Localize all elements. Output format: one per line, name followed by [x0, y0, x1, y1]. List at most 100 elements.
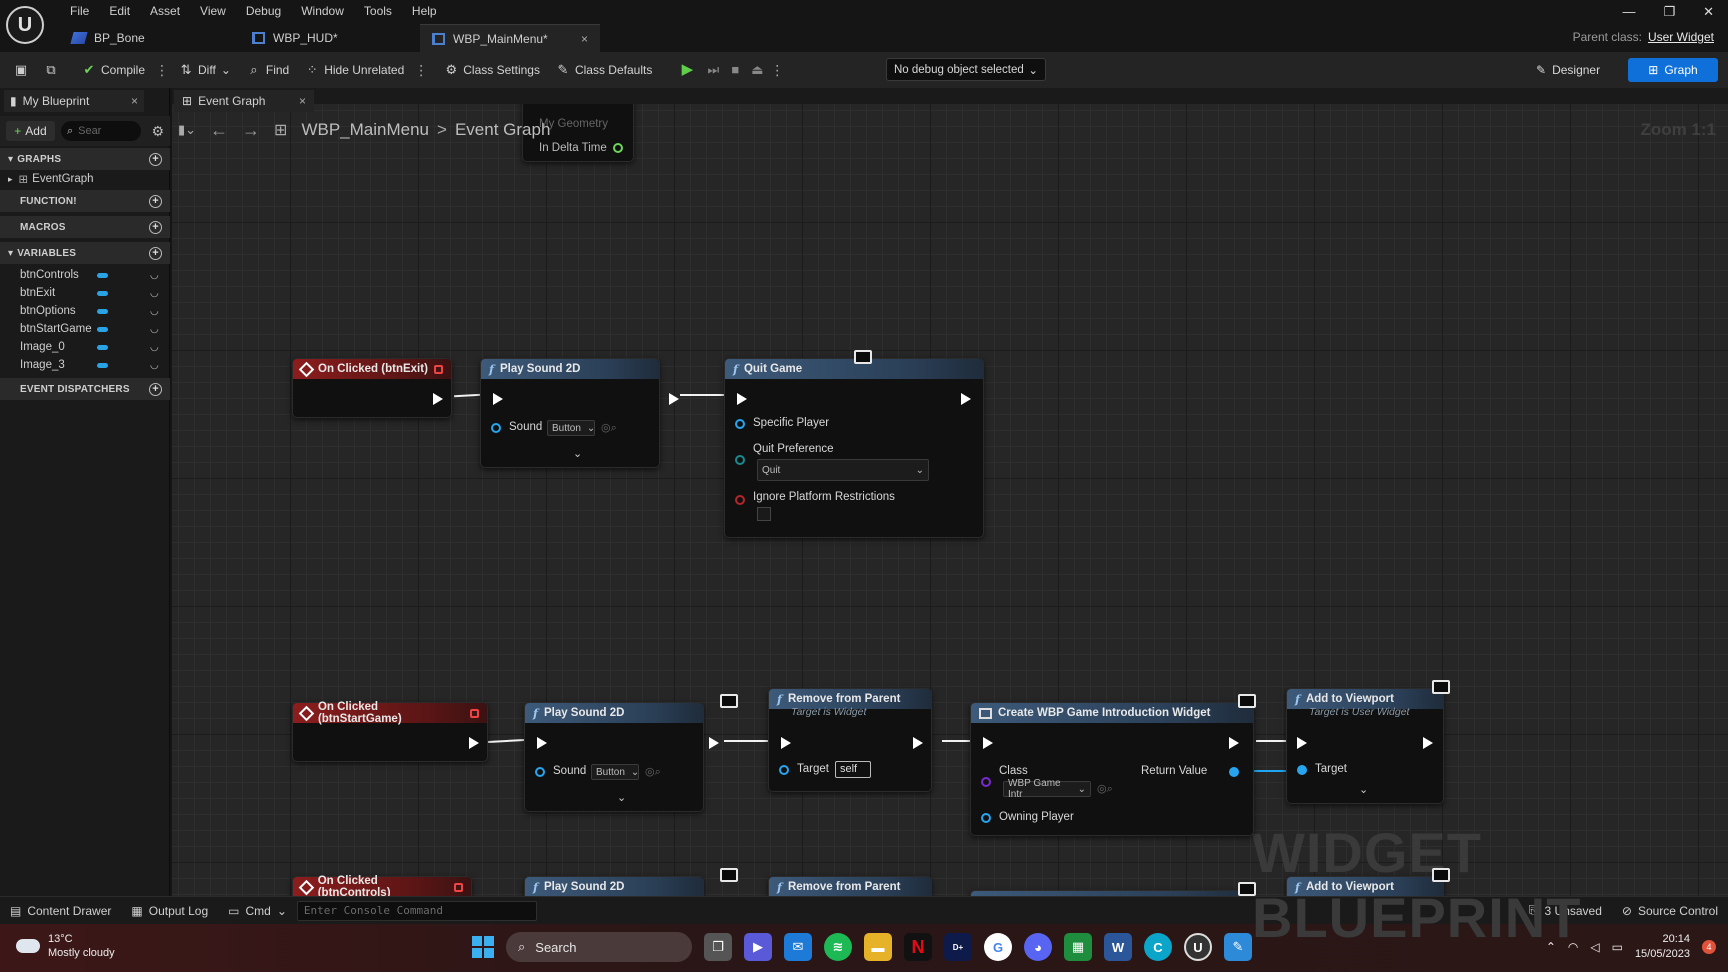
add-function-icon[interactable]: +: [149, 194, 162, 208]
expand-chevron-icon[interactable]: ⌄: [617, 791, 626, 804]
object-pin-icon[interactable]: [1297, 765, 1307, 775]
discord-icon[interactable]: ◕: [1024, 933, 1052, 961]
designer-mode-button[interactable]: ✎ Designer: [1526, 58, 1610, 82]
exec-in-pin-icon[interactable]: [781, 737, 791, 749]
enum-pin-icon[interactable]: [735, 455, 745, 465]
exec-in-pin-icon[interactable]: [493, 393, 503, 405]
forward-arrow-icon[interactable]: →: [242, 120, 260, 141]
stop-button[interactable]: ■: [724, 52, 746, 88]
add-to-viewport-node[interactable]: f Add to Viewport: [1286, 876, 1444, 896]
menu-help[interactable]: Help: [402, 3, 447, 19]
close-tab-icon[interactable]: ×: [131, 94, 138, 108]
section-macros[interactable]: MACROS +: [0, 216, 170, 238]
unreal-logo-icon[interactable]: U: [6, 6, 44, 44]
event-node-on-clicked-btnstartgame[interactable]: On Clicked (btnStartGame): [292, 701, 488, 762]
console-input[interactable]: Enter Console Command: [296, 900, 537, 921]
spotify-icon[interactable]: ≋: [824, 933, 852, 961]
exec-in-pin-icon[interactable]: [537, 737, 547, 749]
task-view-icon[interactable]: ❐: [704, 933, 732, 961]
variable-item[interactable]: Image_3 ◡: [0, 356, 170, 374]
float-pin-icon[interactable]: [613, 143, 623, 153]
exec-out-pin-icon[interactable]: [1229, 737, 1239, 749]
doc-tab-bp-bone[interactable]: BP_Bone: [60, 24, 240, 52]
play-options-icon[interactable]: ⋮: [768, 62, 786, 79]
section-variables[interactable]: ▾ VARIABLES +: [0, 242, 170, 264]
ignore-restrictions-checkbox[interactable]: [757, 507, 771, 521]
create-widget-node[interactable]: Create WBP Game Introduction Widget Clas…: [970, 702, 1254, 836]
eject-button[interactable]: ⏏: [746, 52, 768, 88]
menu-view[interactable]: View: [190, 3, 236, 19]
variable-item[interactable]: btnStartGame ◡: [0, 320, 170, 338]
taskbar-search[interactable]: ⌕ Search: [506, 932, 692, 962]
quit-preference-select[interactable]: Quit ⌄: [757, 459, 929, 481]
exec-in-pin-icon[interactable]: [737, 393, 747, 405]
menu-tools[interactable]: Tools: [354, 3, 402, 19]
object-pin-icon[interactable]: [779, 765, 789, 775]
browse-button[interactable]: ⧉: [36, 52, 74, 88]
bool-pin-icon[interactable]: [735, 495, 745, 505]
add-macro-icon[interactable]: +: [149, 220, 162, 234]
chrome-icon[interactable]: G: [984, 933, 1012, 961]
exec-out-pin-icon[interactable]: [709, 737, 719, 749]
sound-asset-select[interactable]: Button ⌄: [591, 764, 639, 780]
eye-icon[interactable]: ◡: [150, 270, 159, 281]
sheets-icon[interactable]: ▦: [1064, 933, 1092, 961]
eye-icon[interactable]: ◡: [150, 324, 159, 335]
eye-icon[interactable]: ◡: [150, 342, 159, 353]
diff-button[interactable]: ⇅ Diff ⌄: [171, 52, 239, 88]
delegate-pin-icon[interactable]: [470, 708, 479, 718]
hide-options-icon[interactable]: ⋮: [412, 62, 430, 79]
create-widget-node[interactable]: [970, 890, 1254, 896]
eye-icon[interactable]: ◡: [150, 360, 159, 371]
minimize-button[interactable]: —: [1622, 4, 1635, 20]
weather-widget[interactable]: 13°C Mostly cloudy: [16, 932, 115, 960]
use-selected-icon[interactable]: ◎⌕: [1097, 782, 1113, 796]
disney-plus-icon[interactable]: D+: [944, 933, 972, 961]
step-button[interactable]: ⏭: [702, 52, 724, 88]
object-pin-icon[interactable]: [735, 419, 745, 429]
exec-out-pin-icon[interactable]: [433, 393, 443, 405]
class-pin-icon[interactable]: [981, 777, 991, 787]
add-button[interactable]: + Add: [6, 121, 55, 141]
windows-start-icon[interactable]: [472, 936, 494, 958]
back-arrow-icon[interactable]: ←: [210, 120, 228, 141]
play-button[interactable]: ▶: [660, 52, 702, 88]
output-log-button[interactable]: ▦ Output Log: [121, 904, 218, 918]
play-sound-2d-node[interactable]: f Play Sound 2D Sound Button ⌄ ◎⌕ ⌄: [480, 358, 679, 468]
object-pin-icon[interactable]: [535, 767, 545, 777]
content-drawer-button[interactable]: ▤ Content Drawer: [0, 904, 121, 918]
variable-item[interactable]: btnControls ◡: [0, 266, 170, 284]
class-defaults-button[interactable]: ✎ Class Defaults: [548, 52, 660, 88]
sound-asset-select[interactable]: Button ⌄: [547, 420, 595, 436]
menu-asset[interactable]: Asset: [140, 3, 190, 19]
object-pin-icon[interactable]: [981, 813, 991, 823]
add-variable-icon[interactable]: +: [149, 246, 162, 260]
my-blueprint-tab[interactable]: ▮ My Blueprint ×: [4, 90, 144, 112]
save-button[interactable]: ▣: [0, 52, 36, 88]
self-value-field[interactable]: self: [835, 761, 871, 778]
class-settings-button[interactable]: ⚙ Class Settings: [430, 52, 548, 88]
breadcrumb-root[interactable]: WBP_MainMenu: [301, 120, 429, 140]
compile-button[interactable]: ✔ Compile: [74, 52, 153, 88]
netflix-icon[interactable]: N: [904, 933, 932, 961]
section-graphs[interactable]: ▾ GRAPHS +: [0, 148, 170, 170]
variable-item[interactable]: Image_0 ◡: [0, 338, 170, 356]
add-graph-icon[interactable]: +: [149, 152, 162, 166]
edge-icon[interactable]: C: [1144, 933, 1172, 961]
exec-out-pin-icon[interactable]: [669, 393, 679, 405]
eye-icon[interactable]: ◡: [150, 288, 159, 299]
graph-canvas[interactable]: My Geometry In Delta Time On Clicked (bt…: [172, 104, 1728, 896]
play-sound-2d-node[interactable]: f Play Sound 2D: [524, 876, 704, 896]
close-window-button[interactable]: ✕: [1703, 4, 1714, 20]
debug-object-select[interactable]: No debug object selected ⌄: [886, 58, 1046, 81]
menu-file[interactable]: File: [60, 3, 99, 19]
unreal-engine-icon[interactable]: U: [1184, 933, 1212, 961]
variable-item[interactable]: btnOptions ◡: [0, 302, 170, 320]
settings-gear-icon[interactable]: ⚙: [151, 123, 164, 140]
return-value-pin-icon[interactable]: [1229, 767, 1239, 777]
widget-class-select[interactable]: WBP Game Intr ⌄: [1003, 778, 1091, 800]
use-selected-icon[interactable]: ◎⌕: [601, 421, 617, 435]
word-icon[interactable]: W: [1104, 933, 1132, 961]
remove-from-parent-node[interactable]: f Remove from Parent: [768, 876, 932, 896]
doc-tab-wbp-mainmenu[interactable]: WBP_MainMenu* ×: [420, 24, 600, 52]
